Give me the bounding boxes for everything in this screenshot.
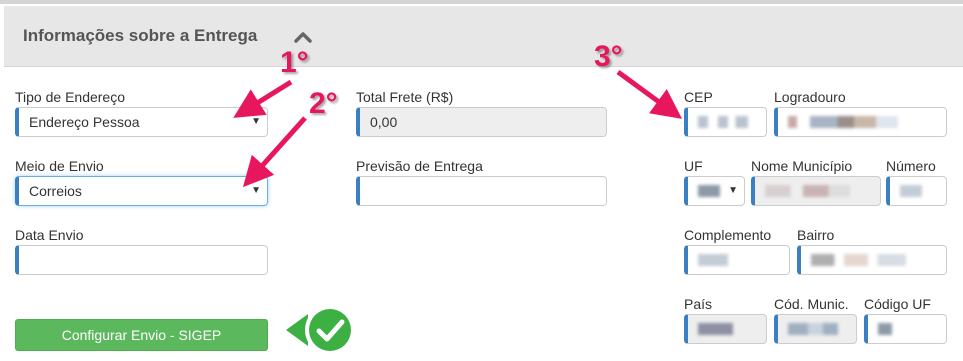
arrow-1 xyxy=(233,79,293,118)
arrow-2 xyxy=(242,116,307,188)
arrow-3 xyxy=(616,69,683,119)
annotation-arrows xyxy=(233,69,683,188)
